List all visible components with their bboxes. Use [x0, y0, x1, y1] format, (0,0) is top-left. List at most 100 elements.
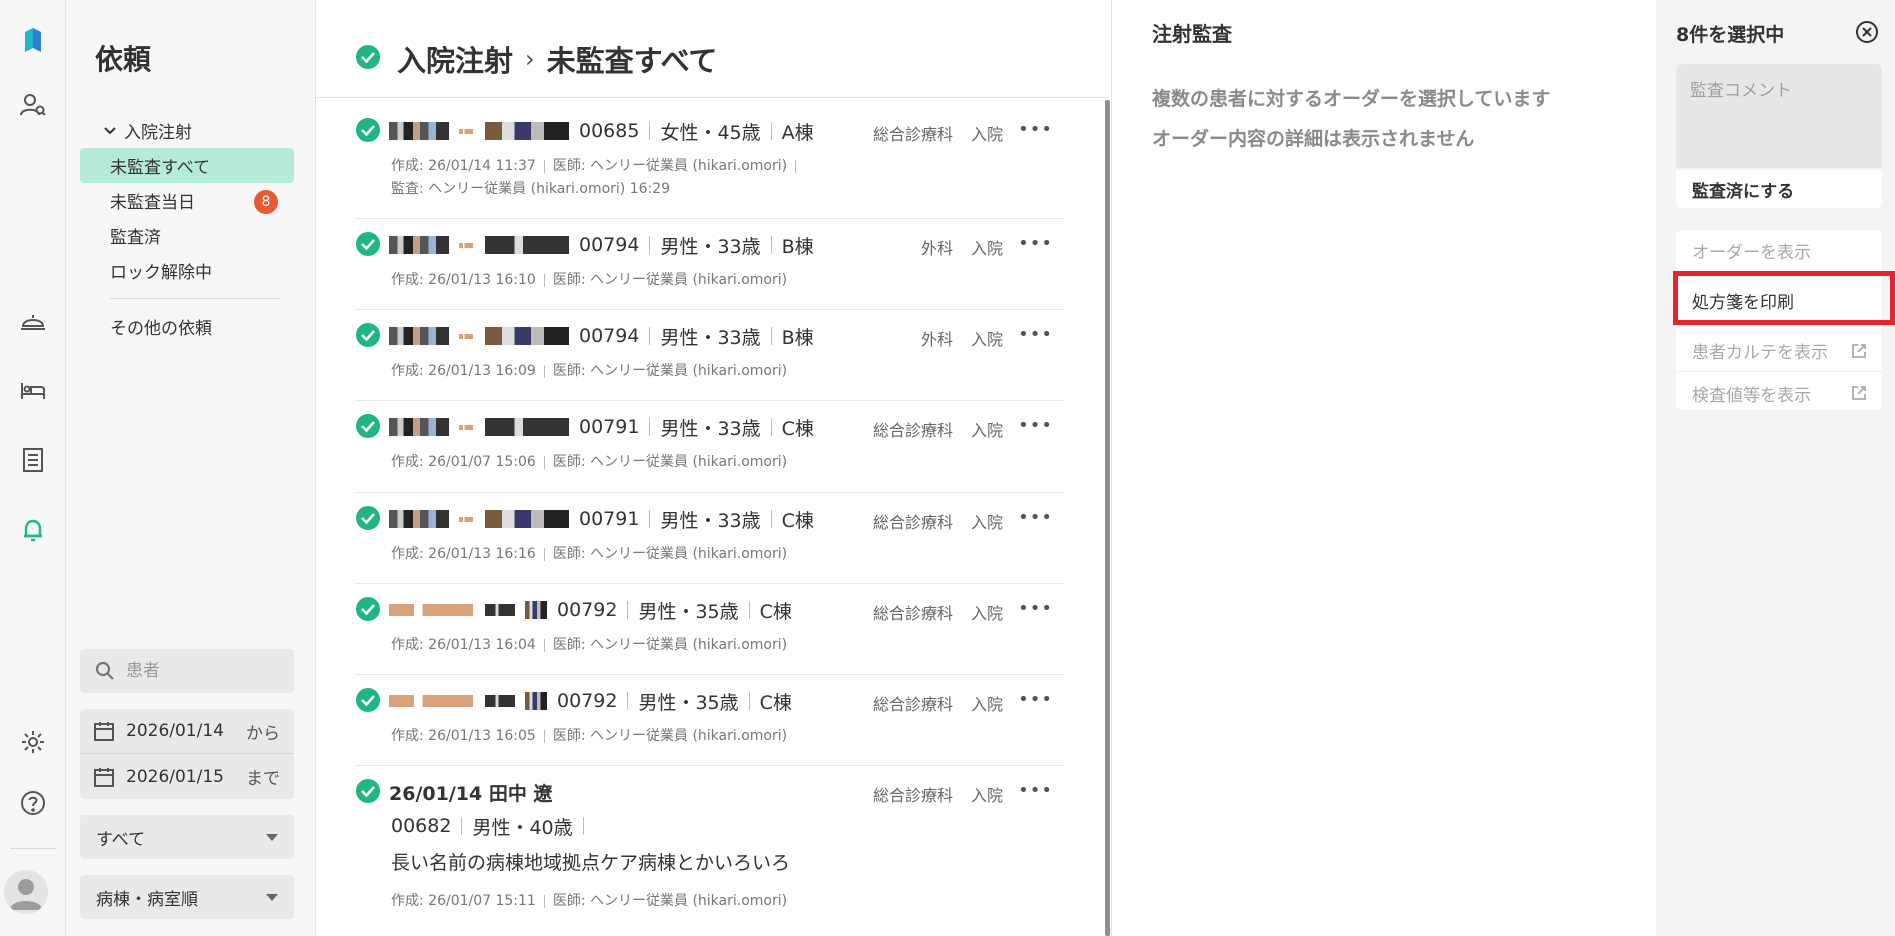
- order-row-main: 00792 男性・35歳 C棟: [389, 596, 792, 624]
- page-title-part2: 未監査すべて: [546, 44, 718, 78]
- admission-type: 入院: [970, 786, 1003, 805]
- order-row-main: 00794 男性・33歳 B棟: [389, 231, 814, 259]
- help-icon[interactable]: [13, 783, 53, 823]
- bell-icon[interactable]: [13, 510, 53, 550]
- nav-item-unaudited-today[interactable]: 未監査当日 8: [80, 183, 294, 218]
- patient-id: 00685: [579, 120, 640, 142]
- check-circle-icon[interactable]: [355, 231, 381, 257]
- more-menu-button[interactable]: •••: [1018, 233, 1053, 254]
- search-input[interactable]: [126, 661, 276, 681]
- action-panel: 8件を選択中 監査済にする オーダーを表示 処方箋を印刷 患者カルテを表示 検査…: [1656, 0, 1895, 936]
- nav-item-audited[interactable]: 監査済: [80, 218, 294, 253]
- patient-info-line: 00682 男性・40歳: [391, 812, 594, 840]
- date-range: 2026/01/14 から 2026/01/15 まで: [80, 709, 294, 799]
- print-prescription-button[interactable]: 処方箋を印刷: [1676, 280, 1882, 322]
- check-circle-icon[interactable]: [355, 413, 381, 439]
- order-row[interactable]: 00794 男性・33歳 B棟 外科 入院 ••• 作成: 26/01/13 16…: [355, 219, 1065, 310]
- admission-type: 入院: [970, 330, 1003, 349]
- calendar-icon: [94, 722, 114, 741]
- redacted-name: [389, 236, 449, 254]
- icon-rail: [0, 0, 66, 936]
- order-row[interactable]: 26/01/14 田中 遼 総合診療科 入院 ••• 00682 男性・40歳 長…: [355, 766, 1065, 936]
- more-menu-button[interactable]: •••: [1018, 598, 1053, 619]
- chevron-right-icon: ›: [525, 45, 535, 73]
- patient-ward: B棟: [781, 326, 814, 349]
- order-meta: 作成: 26/01/13 16:04 医師: ヘンリー従業員 (hikari.om…: [391, 634, 787, 654]
- chevron-down-icon: [104, 126, 116, 134]
- patient-id: 00792: [557, 690, 618, 712]
- patient-id: 00794: [579, 325, 640, 347]
- check-circle-icon[interactable]: [355, 117, 381, 143]
- more-menu-button[interactable]: •••: [1018, 689, 1053, 710]
- more-menu-button[interactable]: •••: [1018, 324, 1053, 345]
- patient-ward: C棟: [759, 600, 792, 623]
- gear-icon[interactable]: [13, 722, 53, 762]
- patient-search[interactable]: [80, 649, 294, 693]
- doctor: 医師: ヘンリー従業員 (hikari.omori): [552, 546, 788, 562]
- order-row[interactable]: 00791 男性・33歳 C棟 総合診療科 入院 ••• 作成: 26/01/07…: [355, 401, 1065, 493]
- logo-icon[interactable]: [13, 20, 53, 60]
- close-circle-icon[interactable]: [1855, 20, 1879, 44]
- filter-select[interactable]: すべて: [80, 815, 294, 859]
- receipt-icon[interactable]: [13, 440, 53, 480]
- caret-down-icon: [266, 834, 278, 841]
- audit-comment-input[interactable]: [1676, 64, 1882, 168]
- admission-type: 入院: [970, 239, 1003, 258]
- filter-select-value: すべて: [96, 829, 146, 850]
- audit-meta: 監査: ヘンリー従業員 (hikari.omori) 16:29: [391, 181, 671, 197]
- order-row-main: 00791 男性・33歳 C棟: [389, 413, 814, 441]
- nav-item-unaudited-all[interactable]: 未監査すべて: [80, 148, 294, 183]
- more-menu-button[interactable]: •••: [1018, 507, 1053, 528]
- show-order-label: オーダーを表示: [1692, 243, 1811, 263]
- more-menu-button[interactable]: •••: [1018, 119, 1053, 140]
- admission-type: 入院: [970, 125, 1003, 144]
- patient-search-icon[interactable]: [13, 85, 53, 125]
- show-order-button[interactable]: オーダーを表示: [1676, 230, 1882, 272]
- check-circle-icon[interactable]: [355, 596, 381, 622]
- doctor: 医師: ヘンリー従業員 (hikari.omori): [552, 158, 788, 174]
- nav-divider: [110, 298, 280, 299]
- select-all-check-circle-icon[interactable]: [355, 44, 381, 70]
- check-circle-icon[interactable]: [355, 687, 381, 713]
- order-row[interactable]: 00794 男性・33歳 B棟 外科 入院 ••• 作成: 26/01/13 16…: [355, 310, 1065, 401]
- avatar-icon[interactable]: [4, 870, 48, 914]
- order-meta: 作成: 26/01/14 11:37 医師: ヘンリー従業員 (hikari.om…: [391, 155, 804, 175]
- mark-audited-button[interactable]: 監査済にする: [1676, 170, 1882, 208]
- nav-item-unlocked[interactable]: ロック解除中: [80, 253, 294, 288]
- dept-label: 外科: [920, 239, 953, 258]
- date-to-field[interactable]: 2026/01/15 まで: [80, 754, 294, 799]
- doctor: 医師: ヘンリー従業員 (hikari.omori): [552, 363, 788, 379]
- patient-ward: B棟: [781, 235, 814, 258]
- nav-item-other-requests[interactable]: その他の依頼: [80, 309, 294, 344]
- sort-select[interactable]: 病棟・病室順: [80, 875, 294, 919]
- check-circle-icon[interactable]: [355, 778, 381, 804]
- check-circle-icon[interactable]: [355, 322, 381, 348]
- sort-select-value: 病棟・病室順: [96, 889, 198, 910]
- list-scrollbar[interactable]: [1105, 100, 1110, 936]
- more-menu-button[interactable]: •••: [1018, 415, 1053, 436]
- bed-icon[interactable]: [13, 370, 53, 410]
- order-row[interactable]: 00792 男性・35歳 C棟 総合診療科 入院 ••• 作成: 26/01/13…: [355, 675, 1065, 766]
- show-lab-values-button[interactable]: 検査値等を表示: [1676, 372, 1882, 414]
- order-dept: 外科 入院: [903, 326, 1003, 350]
- patient-sex-age: 男性・33歳: [660, 417, 761, 440]
- redacted-name: [459, 516, 473, 522]
- redacted-name: [485, 695, 515, 707]
- order-row[interactable]: 00792 男性・35歳 C棟 総合診療科 入院 ••• 作成: 26/01/13…: [355, 584, 1065, 675]
- dept-label: 外科: [920, 330, 953, 349]
- check-circle-icon[interactable]: [355, 505, 381, 531]
- patient-ward: A棟: [781, 121, 814, 144]
- nav-title: 依頼: [95, 43, 152, 76]
- dept-label: 総合診療科: [872, 695, 953, 714]
- nav-group-inpatient-injection[interactable]: 入院注射: [102, 118, 192, 143]
- created-at: 作成: 26/01/13 16:16: [391, 546, 536, 562]
- order-dept: 総合診療科 入院: [855, 509, 1003, 533]
- order-row[interactable]: 00791 男性・33歳 C棟 総合診療科 入院 ••• 作成: 26/01/13…: [355, 493, 1065, 584]
- date-from-field[interactable]: 2026/01/14 から: [80, 709, 294, 754]
- patient-name: 26/01/14 田中 遼: [389, 782, 553, 805]
- bell-service-icon[interactable]: [13, 300, 53, 340]
- doctor: 医師: ヘンリー従業員 (hikari.omori): [552, 272, 788, 288]
- more-menu-button[interactable]: •••: [1018, 780, 1053, 801]
- show-patient-chart-button[interactable]: 患者カルテを表示: [1676, 330, 1882, 372]
- order-row[interactable]: 00685 女性・45歳 A棟 総合診療科 入院 ••• 作成: 26/01/14…: [355, 105, 1065, 219]
